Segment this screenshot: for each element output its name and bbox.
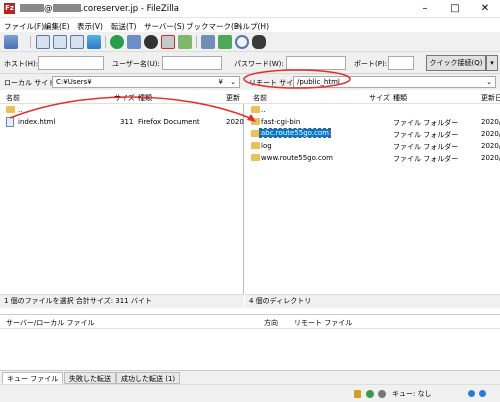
network-icon <box>378 390 386 398</box>
status-bar: キュー: なし <box>0 384 500 402</box>
gear-icon <box>366 390 374 398</box>
drag-arrow <box>9 96 251 119</box>
tab-successful-transfers[interactable]: 成功した転送 (1) <box>116 372 181 384</box>
col-server-local[interactable]: サーバー/ローカル ファイル <box>6 318 95 328</box>
queue-status-text: キュー: なし <box>392 390 432 398</box>
activity-indicator-icon <box>468 390 475 397</box>
col-direction[interactable]: 方向 <box>264 318 278 328</box>
tab-failed-transfers[interactable]: 失敗した転送 <box>64 372 116 384</box>
queue-header: サーバー/ローカル ファイル 方向 リモート ファイル <box>0 315 500 329</box>
tab-queued-files[interactable]: キュー ファイル <box>2 372 64 384</box>
path-highlight-ellipse <box>243 69 351 89</box>
activity-indicator-icon <box>479 390 486 397</box>
queue-tabs: キュー ファイル 失敗した転送 成功した転送 (1) <box>0 370 500 384</box>
lock-icon <box>354 390 361 398</box>
queue-pane: サーバー/ローカル ファイル 方向 リモート ファイル <box>0 314 500 370</box>
col-remote-file[interactable]: リモート ファイル <box>294 318 352 328</box>
arrow-head-icon <box>247 114 256 122</box>
